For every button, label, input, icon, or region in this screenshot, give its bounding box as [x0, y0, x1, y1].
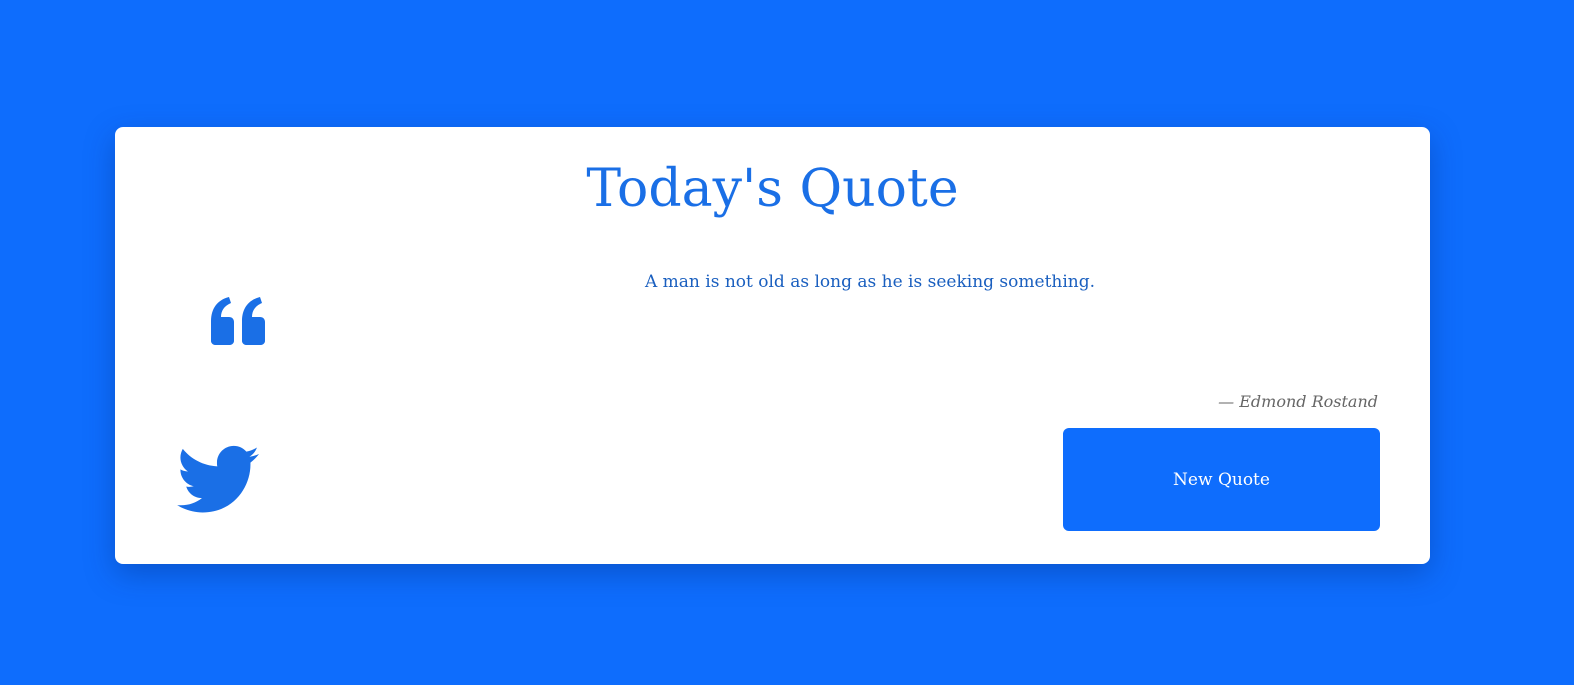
quote-left-icon [211, 297, 265, 345]
new-quote-button[interactable]: New Quote [1063, 428, 1380, 531]
quote-text: A man is not old as long as he is seekin… [644, 272, 1096, 292]
twitter-icon[interactable] [177, 445, 259, 515]
page-title: Today's Quote [586, 159, 959, 219]
quote-author: — Edmond Rostand [1218, 392, 1378, 411]
quote-card: Today's Quote A man is not old as long a… [115, 127, 1430, 564]
